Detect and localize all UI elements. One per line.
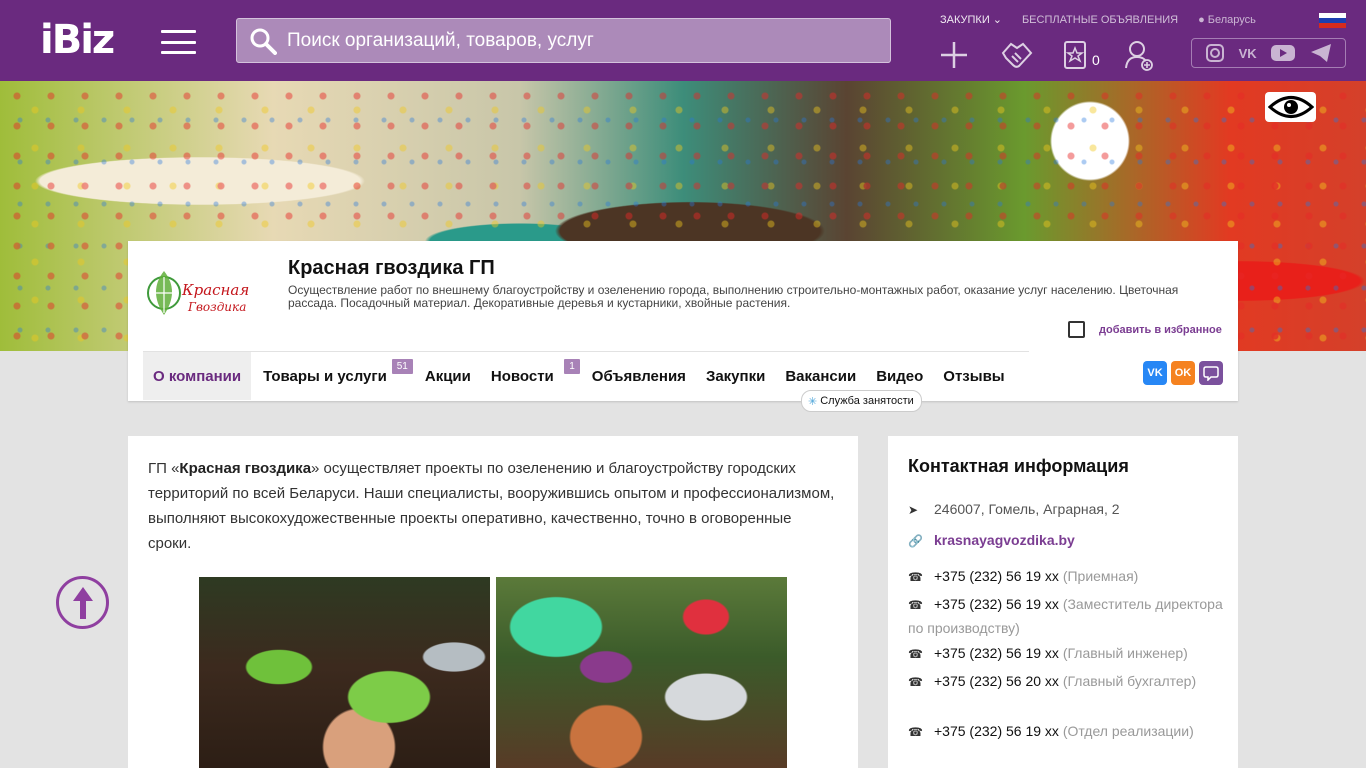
youtube-icon[interactable] [1270, 43, 1296, 63]
phone-row: ☎ +375 (232) 56 19 xx (Главный инженер) [908, 642, 1228, 666]
phone-icon: ☎ [908, 570, 923, 584]
favorite-checkbox[interactable] [1068, 321, 1085, 338]
vk-icon[interactable]: VK [1239, 46, 1257, 61]
add-icon[interactable] [938, 38, 1000, 72]
employment-service-badge[interactable]: ✳ Служба занятости [801, 390, 922, 412]
phone-number[interactable]: +375 (232) 56 19 xx [934, 723, 1059, 739]
menu-icon[interactable] [161, 30, 196, 54]
favorites-icon[interactable]: 0 [1062, 38, 1124, 72]
contact-title: Контактная информация [908, 456, 1129, 476]
website: 🔗 krasnayagvozdika.by [908, 529, 1228, 553]
tab-news[interactable]: Новости 1 [481, 352, 580, 400]
products-count-badge: 51 [391, 359, 413, 374]
phone-number[interactable]: +375 (232) 56 19 xx [934, 645, 1059, 661]
search-box[interactable] [236, 18, 891, 63]
location-pin-icon: ● [1198, 13, 1205, 26]
news-count-badge: 1 [564, 359, 580, 374]
share-buttons: VK OK [1143, 361, 1223, 385]
about-text: ГП «Красная гвоздика» осуществляет проек… [148, 460, 835, 552]
ok-share-icon[interactable]: OK [1171, 361, 1195, 385]
sparkle-icon: ✳ [808, 395, 818, 408]
phone-number[interactable]: +375 (232) 56 19 xx [934, 568, 1059, 584]
tab-about[interactable]: О компании [143, 352, 252, 400]
handshake-icon[interactable] [1000, 38, 1062, 72]
company-card: Красная Гвоздика Красная гвоздика ГП Осу… [128, 241, 1238, 412]
purchases-link[interactable]: ЗАКУПКИ ⌄ [940, 13, 1002, 27]
chevron-down-icon: ⌄ [992, 14, 1002, 26]
tab-purchases[interactable]: Закупки [696, 352, 775, 400]
scroll-to-top-button[interactable] [56, 576, 109, 629]
viber-share-icon[interactable] [1199, 361, 1223, 385]
tab-promotions[interactable]: Акции [415, 352, 481, 400]
photo-seedlings[interactable] [199, 577, 490, 768]
language-flag-icon[interactable] [1319, 13, 1346, 28]
region-selector[interactable]: ● Беларусь [1198, 13, 1256, 26]
search-input[interactable] [277, 29, 890, 52]
link-icon: 🔗 [908, 534, 923, 548]
company-description: Осуществление работ по внешнему благоуст… [288, 283, 1179, 310]
social-links: VK [1191, 38, 1346, 68]
eye-icon[interactable] [1265, 92, 1316, 122]
free-ads-link[interactable]: БЕСПЛАТНЫЕ ОБЪЯВЛЕНИЯ [1022, 13, 1178, 26]
phone-row: ☎ +375 (232) 56 19 xx (Отдел реализации) [908, 720, 1228, 744]
search-icon [250, 28, 277, 55]
instagram-icon[interactable] [1205, 43, 1225, 63]
website-link[interactable]: krasnayagvozdika.by [934, 532, 1075, 548]
phone-row: ☎ +375 (232) 56 20 xx (Главный бухгалтер) [908, 670, 1228, 694]
company-logo: Красная Гвоздика [144, 263, 254, 323]
phone-number[interactable]: +375 (232) 56 20 xx [934, 673, 1059, 689]
telegram-icon[interactable] [1310, 43, 1332, 63]
svg-text:Гвоздика: Гвоздика [187, 300, 246, 314]
tab-ads[interactable]: Объявления [582, 352, 696, 400]
phone-row: ☎ +375 (232) 56 19 xx (Приемная) [908, 565, 1228, 589]
phone-icon: ☎ [908, 675, 923, 689]
tab-products[interactable]: Товары и услуги 51 [253, 352, 413, 400]
phone-icon: ☎ [908, 598, 923, 612]
add-user-icon[interactable] [1124, 38, 1186, 72]
address: ➤ 246007, Гомель, Аграрная, 2 [908, 498, 1228, 522]
tab-reviews[interactable]: Отзывы [933, 352, 1014, 400]
ibiz-logo[interactable]: iBiz [40, 18, 115, 62]
phone-icon: ☎ [908, 725, 923, 739]
svg-text:Красная: Красная [181, 281, 249, 299]
photo-flower-pots[interactable] [496, 577, 787, 768]
favorites-count: 0 [1092, 52, 1100, 68]
company-title: Красная гвоздика ГП [288, 257, 495, 279]
about-section: ГП «Красная гвоздика» осуществляет проек… [128, 436, 858, 768]
top-bar: iBiz ЗАКУПКИ⌄ БЕСПЛАТНЫЕ ОБЪЯВЛЕНИЯ ●Бел… [0, 0, 1366, 81]
add-to-favorites[interactable]: добавить в избранное [1068, 321, 1222, 338]
phone-row: ☎ +375 (232) 56 19 xx (Заместитель директ… [908, 596, 1223, 636]
vk-share-icon[interactable]: VK [1143, 361, 1167, 385]
contact-info: Контактная информация ➤ 246007, Гомель, А… [888, 436, 1238, 768]
phone-number[interactable]: +375 (232) 56 19 xx [934, 596, 1059, 612]
phone-icon: ☎ [908, 647, 923, 661]
arrow-up-icon [72, 586, 93, 619]
location-arrow-icon: ➤ [908, 503, 919, 517]
